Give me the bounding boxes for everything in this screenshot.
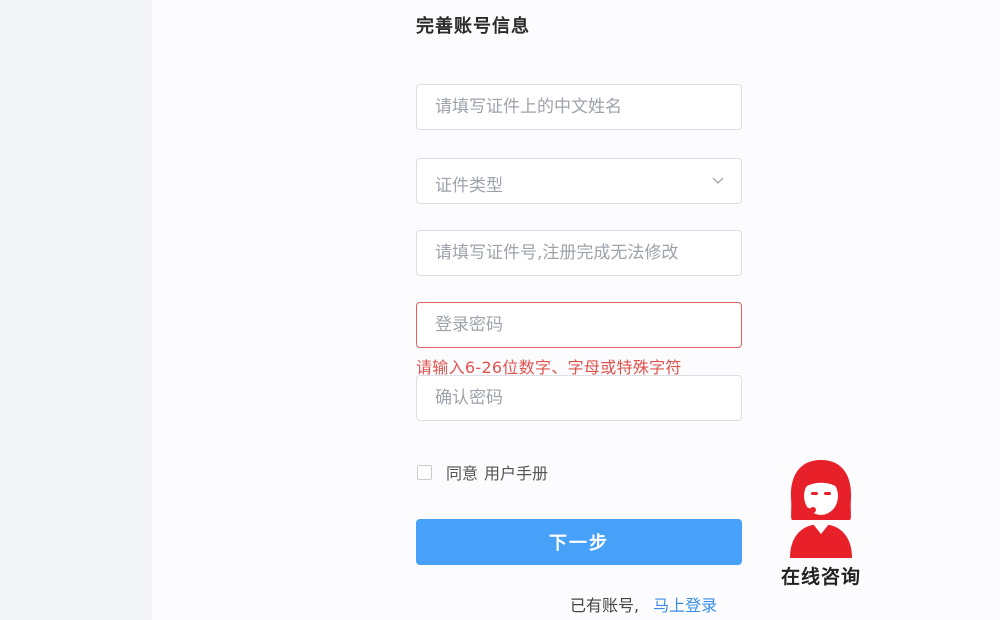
form-title: 完善账号信息 <box>416 16 530 37</box>
chevron-down-icon <box>712 177 724 185</box>
password-input[interactable] <box>417 303 741 347</box>
online-consult-widget[interactable]: 在线咨询 <box>774 458 868 592</box>
login-link[interactable]: 马上登录 <box>653 596 717 615</box>
password-field[interactable] <box>416 302 742 348</box>
customer-service-agent-icon <box>790 460 852 558</box>
id-number-input[interactable] <box>417 231 741 275</box>
has-account-text: 已有账号, <box>570 596 640 615</box>
name-input[interactable] <box>417 85 741 129</box>
left-background-strip <box>0 0 152 620</box>
agreement-row: 同意 用户手册 <box>416 461 548 483</box>
online-consult-label: 在线咨询 <box>780 566 861 588</box>
name-field[interactable] <box>416 84 742 130</box>
confirm-password-field[interactable] <box>416 375 742 421</box>
agree-label: 同意 <box>446 464 479 483</box>
id-number-field[interactable] <box>416 230 742 276</box>
id-type-placeholder: 证件类型 <box>435 176 503 196</box>
user-manual-link[interactable]: 用户手册 <box>484 460 548 484</box>
agree-checkbox[interactable] <box>417 464 432 480</box>
next-step-button[interactable]: 下一步 <box>416 519 742 565</box>
login-prompt: 已有账号, 马上登录 <box>570 592 717 616</box>
confirm-password-input[interactable] <box>417 376 741 420</box>
id-type-select[interactable]: 证件类型 <box>416 158 742 204</box>
